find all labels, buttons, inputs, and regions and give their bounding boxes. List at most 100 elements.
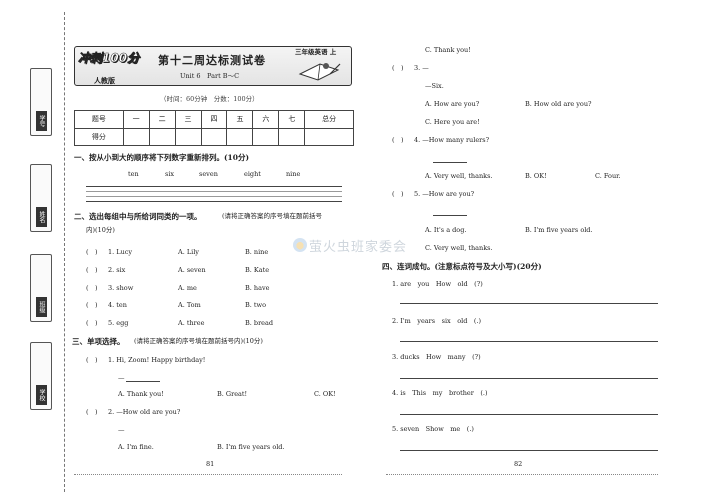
score-cell[interactable] <box>304 127 354 146</box>
option-b: B. I'm five years old. <box>217 443 285 451</box>
answer-bracket[interactable]: ( ) <box>86 249 98 256</box>
score-cell[interactable] <box>226 127 254 146</box>
answer-bracket[interactable]: ( ) <box>392 137 404 144</box>
footer-line <box>386 474 658 475</box>
name-label: 姓名 <box>36 207 47 227</box>
answer-bracket[interactable]: ( ) <box>392 65 404 72</box>
word-order-item: 1. are you How old (?) <box>392 280 483 288</box>
word-order-item: 2. I'm years six old (.) <box>392 317 481 325</box>
option-a: A. seven <box>178 266 206 274</box>
class-label: 班级 <box>36 297 47 317</box>
q2-instruction: (请将正确答案的序号填在题前括号 <box>222 212 323 220</box>
score-header-cell: 一 <box>122 110 150 129</box>
number-word: nine <box>286 170 301 178</box>
answer-line[interactable] <box>400 414 658 415</box>
q3-instruction: (请将正确答案的序号填在题前括号内)(10分) <box>134 337 263 345</box>
book-illustration-icon <box>298 63 341 81</box>
time-score-label: （时间：60分钟 分数：100分） <box>160 95 259 103</box>
answer-bracket[interactable]: ( ) <box>86 320 98 327</box>
binding-line <box>64 12 65 492</box>
answer-bracket[interactable]: ( ) <box>392 191 404 198</box>
option-b: B. nine <box>245 248 269 256</box>
option-b: B. Kate <box>245 266 270 274</box>
score-cell[interactable] <box>122 127 150 146</box>
answer-bracket[interactable]: ( ) <box>86 267 98 274</box>
option-c: C. Here you are! <box>425 118 480 126</box>
score-value-row: 得分 <box>74 127 354 146</box>
page-title: 第十二周达标测试卷 <box>158 54 266 67</box>
option-b: B. have <box>245 284 270 292</box>
q2-item-word: 4. ten <box>108 301 127 309</box>
question-text: 2. —How old are you? <box>108 408 181 416</box>
answer-bracket[interactable]: ( ) <box>86 285 98 292</box>
answer-bracket[interactable]: ( ) <box>86 357 98 364</box>
answer-bracket[interactable]: ( ) <box>86 409 98 416</box>
name-box: 姓名 <box>30 164 52 232</box>
option-b: B. Great! <box>217 390 248 398</box>
blank-line[interactable] <box>433 162 467 163</box>
option-c: C. Thank you! <box>425 46 471 54</box>
q2-item-word: 3. show <box>108 284 134 292</box>
score-header-cell: 七 <box>278 110 306 129</box>
option-c: C. Four. <box>595 172 621 180</box>
score-cell[interactable] <box>148 127 176 146</box>
number-word: ten <box>128 170 139 178</box>
score-cell[interactable] <box>200 127 228 146</box>
page-number: 82 <box>514 460 523 468</box>
answer-line[interactable] <box>400 378 658 379</box>
question-text: 3. — <box>414 64 429 72</box>
word-order-item: 5. seven Show me (.) <box>392 425 474 433</box>
score-cell[interactable] <box>174 127 202 146</box>
edition-label: 人教版 <box>94 76 115 85</box>
score-header-cell: 五 <box>226 110 254 129</box>
option-b: B. bread <box>245 319 274 327</box>
class-box: 班级 <box>30 254 52 322</box>
number-word: six <box>165 170 175 178</box>
q2-instruction-cont: 内)(10分) <box>86 226 115 234</box>
brand-logo: 冲刺100分 <box>78 51 140 66</box>
school-label: 学校 <box>36 385 47 405</box>
option-a: A. Lily <box>178 248 199 256</box>
unit-label: Unit 6 Part B～C <box>180 72 240 80</box>
page-number: 81 <box>206 460 215 468</box>
school-box: 学校 <box>30 342 52 410</box>
student-info-sidebar: 学号 姓名 班级 学校 <box>30 68 52 430</box>
number-word: seven <box>199 170 218 178</box>
option-a: A. It's a dog. <box>425 226 467 234</box>
word-order-item: 3. ducks How many (?) <box>392 353 481 361</box>
q2-item-word: 1. Lucy <box>108 248 133 256</box>
option-c: C. OK! <box>314 390 336 398</box>
score-header-cell: 六 <box>252 110 280 129</box>
q3-heading: 三、单项选择。 <box>72 337 125 346</box>
option-a: A. Thank you! <box>118 390 164 398</box>
answer-line <box>86 191 342 192</box>
score-header-cell: 二 <box>148 110 176 129</box>
option-b: B. OK! <box>525 172 547 180</box>
answer-line[interactable] <box>400 341 658 342</box>
score-cell[interactable] <box>252 127 280 146</box>
number-word: eight <box>244 170 261 178</box>
q2-item-word: 2. six <box>108 266 126 274</box>
answer-line[interactable] <box>86 186 342 187</box>
reply-dash: — <box>118 426 125 434</box>
blank-line[interactable] <box>126 381 160 382</box>
blank-line[interactable] <box>433 215 467 216</box>
answer-line[interactable] <box>400 450 658 451</box>
score-header-cell: 总分 <box>304 110 354 129</box>
option-a: A. I'm fine. <box>118 443 154 451</box>
q1-heading: 一、按从小到大的顺序将下列数字重新排列。(10分) <box>74 153 250 162</box>
question-text: 4. —How many rulers? <box>414 136 490 144</box>
option-c: C. Very well, thanks. <box>425 244 493 252</box>
q2-heading: 二、选出每组中与所给词同类的一项。 <box>74 212 202 221</box>
student-number-label: 学号 <box>36 111 47 131</box>
option-a: A. How are you? <box>425 100 480 108</box>
watermark-logo-icon <box>293 238 307 252</box>
reply-text: —Six. <box>425 82 444 90</box>
score-header-cell: 题号 <box>74 110 124 129</box>
option-a: A. me <box>178 284 197 292</box>
answer-line[interactable] <box>400 303 658 304</box>
answer-bracket[interactable]: ( ) <box>86 302 98 309</box>
score-cell[interactable] <box>278 127 306 146</box>
footer-line <box>74 474 342 475</box>
student-number-box: 学号 <box>30 68 52 136</box>
